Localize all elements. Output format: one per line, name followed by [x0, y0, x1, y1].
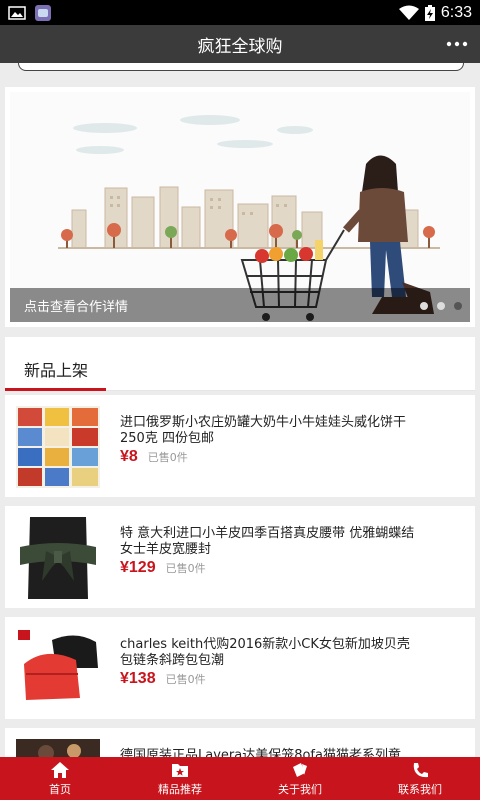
more-dots-icon — [446, 41, 468, 47]
tab-recommended[interactable]: 精品推荐 — [120, 757, 240, 800]
section-title: 新品上架 — [24, 361, 89, 380]
product-image[interactable] — [16, 517, 100, 599]
status-bar: 6:33 — [0, 0, 480, 25]
tab-label: 首页 — [49, 782, 71, 796]
product-sold-count: 已售0件 — [165, 562, 206, 575]
star-folder-icon — [172, 763, 188, 777]
tab-home[interactable]: 首页 — [0, 757, 120, 800]
handbag-image — [16, 628, 100, 710]
tab-label: 精品推荐 — [158, 782, 202, 796]
leather-belt-image — [16, 517, 100, 599]
product-price: ¥8 — [120, 448, 138, 465]
phone-icon — [413, 762, 428, 777]
home-icon — [51, 761, 69, 778]
product-card[interactable]: charles keith代购2016新款小CK女包新加坡贝壳包链条斜跨包包潮 … — [5, 617, 475, 719]
product-price: ¥138 — [120, 670, 156, 687]
product-image[interactable] — [16, 406, 100, 488]
product-sold-count: 已售0件 — [147, 451, 188, 464]
tab-contact[interactable]: 联系我们 — [360, 757, 480, 800]
product-sold-count: 已售0件 — [165, 673, 206, 686]
carousel-dot-active[interactable] — [454, 302, 462, 310]
product-card[interactable]: 特 意大利进口小羊皮四季百搭真皮腰带 优雅蝴蝶结女士羊皮宽腰封 ¥129 已售0… — [5, 506, 475, 608]
clock: 6:33 — [440, 3, 472, 21]
cards-icon — [293, 762, 307, 777]
banner-caption[interactable]: 点击查看合作详情 — [10, 288, 470, 322]
image-notification-icon — [8, 5, 26, 20]
product-card[interactable]: 进口俄罗斯小农庄奶罐大奶牛小牛娃娃头威化饼干250克 四份包邮 ¥8 已售0件 — [5, 395, 475, 497]
tab-label: 联系我们 — [398, 782, 442, 796]
carousel-dot[interactable] — [420, 302, 428, 310]
app-notification-icon — [35, 4, 51, 21]
product-name[interactable]: charles keith代购2016新款小CK女包新加坡贝壳包链条斜跨包包潮 — [120, 637, 420, 669]
product-name[interactable]: 特 意大利进口小羊皮四季百搭真皮腰带 优雅蝴蝶结女士羊皮宽腰封 — [120, 526, 420, 558]
wifi-icon — [398, 5, 419, 20]
tab-about[interactable]: 关于我们 — [240, 757, 360, 800]
search-box[interactable] — [18, 63, 464, 71]
banner-caption-text: 点击查看合作详情 — [24, 299, 129, 315]
banner-card: 点击查看合作详情 — [5, 87, 475, 327]
banner-carousel[interactable]: 点击查看合作详情 — [10, 92, 470, 322]
battery-charging-icon — [424, 4, 435, 21]
content-area[interactable]: 点击查看合作详情 新品上架 进口俄罗斯小农庄奶罐大奶牛小牛娃娃头威化饼干250克… — [0, 63, 480, 757]
new-arrivals-header: 新品上架 — [5, 337, 475, 391]
carousel-dot[interactable] — [437, 302, 445, 310]
product-name[interactable]: 德国原装正品Lavera达美保笼8ofa猫猫老系列童 — [120, 748, 420, 757]
product-card[interactable]: 德国原装正品Lavera达美保笼8ofa猫猫老系列童 — [5, 728, 475, 757]
carousel-dots — [420, 302, 462, 310]
partial-product-image — [16, 739, 100, 757]
product-name[interactable]: 进口俄罗斯小农庄奶罐大奶牛小牛娃娃头威化饼干250克 四份包邮 — [120, 415, 420, 447]
bottom-tab-bar: 首页 精品推荐 关于我们 联系我们 — [0, 757, 480, 800]
product-image[interactable] — [16, 739, 100, 757]
product-image[interactable] — [16, 628, 100, 710]
section-underline — [5, 388, 106, 391]
app-bar: 疯狂全球购 — [0, 25, 480, 63]
more-menu-button[interactable] — [444, 31, 470, 57]
page-title: 疯狂全球购 — [197, 36, 283, 57]
tab-label: 关于我们 — [278, 782, 322, 796]
product-price: ¥129 — [120, 559, 156, 576]
wafer-products-image — [16, 406, 100, 488]
